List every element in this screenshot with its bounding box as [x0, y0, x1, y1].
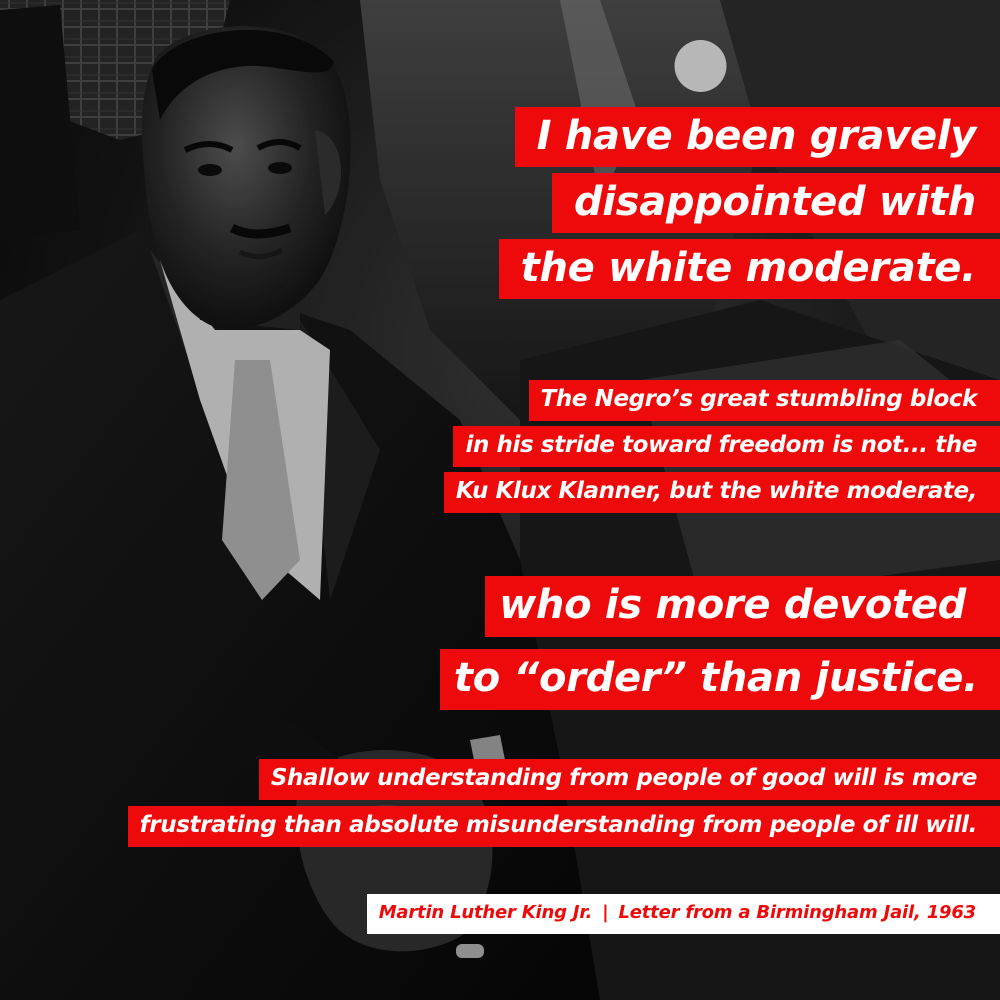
body-line-2: in his stride toward freedom is not... t…: [453, 426, 1000, 467]
headline-line-3: the white moderate.: [498, 239, 1000, 299]
headline-line-1: I have been gravely: [514, 107, 1000, 167]
headline-line-2: disappointed with: [551, 173, 1000, 233]
attribution: Martin Luther King Jr. | Letter from a Bir…: [366, 894, 1000, 934]
second-headline-line-1: who is more devoted: [485, 576, 1000, 637]
attribution-source: Letter from a Birmingham Jail, 1963: [618, 902, 976, 923]
headline-quote: I have been gravely disappointed with th…: [0, 107, 1000, 305]
second-headline-line-2: to “order” than justice.: [439, 649, 1000, 710]
attribution-separator: |: [602, 902, 609, 923]
closing-line-2: frustrating than absolute misunderstandi…: [127, 806, 1000, 847]
closing-quote: Shallow understanding from people of goo…: [0, 759, 1000, 853]
attribution-author: Martin Luther King Jr.: [378, 902, 593, 923]
second-headline-quote: who is more devoted to “order” than just…: [0, 576, 1000, 722]
closing-line-1: Shallow understanding from people of goo…: [258, 759, 1000, 800]
body-line-1: The Negro’s great stumbling block: [528, 380, 1000, 421]
body-line-3: Ku Klux Klanner, but the white moderate,: [443, 472, 1000, 513]
body-quote: The Negro’s great stumbling block in his…: [0, 380, 1000, 518]
